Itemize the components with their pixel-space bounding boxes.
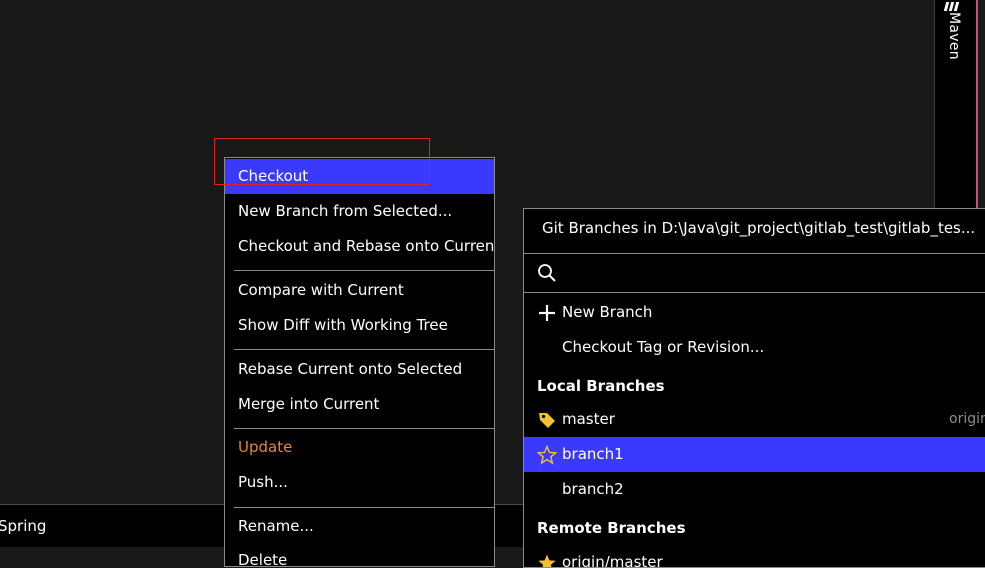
maven-label: Maven (946, 12, 962, 60)
menu-separator (234, 270, 494, 271)
branch-name: origin/master (562, 553, 663, 568)
maven-icon (943, 0, 965, 11)
spring-tool-tab[interactable]: Spring (0, 517, 46, 535)
menu-item-show-diff[interactable]: Show Diff with Working Tree (225, 308, 494, 343)
branch-search-row (524, 253, 985, 293)
branch-item-master[interactable]: master origin (524, 402, 985, 437)
star-icon (537, 445, 557, 465)
menu-item-merge-into-current[interactable]: Merge into Current (225, 387, 494, 422)
menu-item-rebase-current[interactable]: Rebase Current onto Selected (225, 352, 494, 387)
popup-title: Git Branches in D:\Java\git_project\gitl… (542, 219, 976, 237)
branch-context-menu: Checkout New Branch from Selected... Che… (224, 157, 495, 567)
branch-item-branch1[interactable]: branch1 (524, 437, 985, 472)
menu-item-checkout-and-rebase[interactable]: Checkout and Rebase onto Current (225, 229, 494, 264)
search-icon (538, 264, 556, 282)
menu-item-push[interactable]: Push... (225, 465, 494, 500)
branch-item-origin-master[interactable]: origin/master (524, 545, 985, 568)
branch-item-branch2[interactable]: branch2 (524, 472, 985, 507)
new-branch-action[interactable]: New Branch (524, 295, 985, 330)
remote-branches-header: Remote Branches (537, 519, 686, 537)
menu-item-new-branch-from-selected[interactable]: New Branch from Selected... (225, 194, 494, 229)
menu-separator (234, 428, 494, 429)
menu-item-update[interactable]: Update (225, 430, 494, 465)
branch-name: branch2 (562, 480, 624, 498)
maven-tool-tab[interactable]: Maven (935, 0, 976, 70)
right-tool-strip: Maven (934, 0, 978, 210)
menu-item-checkout[interactable]: Checkout (225, 159, 494, 194)
branch-search-input[interactable] (566, 260, 970, 288)
menu-item-compare-with-current[interactable]: Compare with Current (225, 273, 494, 308)
branch-tracking-label: origin (949, 411, 985, 427)
strip-edge (976, 0, 978, 210)
menu-item-rename[interactable]: Rename... (225, 509, 494, 544)
star-icon (538, 554, 556, 567)
checkout-tag-action[interactable]: Checkout Tag or Revision... (524, 330, 985, 365)
local-branches-header: Local Branches (537, 377, 665, 395)
plus-icon (539, 305, 555, 321)
checkout-tag-label: Checkout Tag or Revision... (562, 338, 765, 356)
git-branches-popup: Git Branches in D:\Java\git_project\gitl… (523, 208, 985, 568)
new-branch-label: New Branch (562, 303, 653, 321)
branch-name: master (562, 410, 615, 428)
tag-icon (539, 413, 555, 428)
menu-item-delete[interactable]: Delete (225, 543, 494, 566)
branch-name: branch1 (562, 445, 624, 463)
menu-separator (234, 507, 494, 508)
menu-separator (234, 349, 494, 350)
